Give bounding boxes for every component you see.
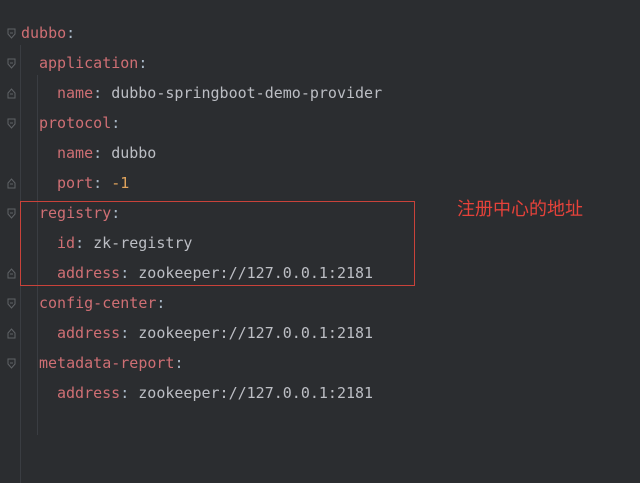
- yaml-line-config-center[interactable]: config-center:: [39, 288, 165, 318]
- yaml-key: port: [57, 174, 94, 192]
- yaml-colon: :: [93, 144, 103, 162]
- yaml-colon: :: [156, 294, 166, 312]
- annotation-label: 注册中心的地址: [457, 199, 583, 220]
- yaml-line-metadata-report-address[interactable]: address: zookeeper://127.0.0.1:2181: [57, 378, 373, 408]
- yaml-key: address: [57, 324, 121, 342]
- yaml-number-value: -1: [111, 174, 130, 192]
- registry-highlight-box: [20, 201, 415, 286]
- yaml-colon: :: [111, 114, 121, 132]
- yaml-colon: :: [66, 24, 76, 42]
- yaml-key: protocol: [39, 114, 112, 132]
- yaml-key: dubbo: [21, 24, 67, 42]
- fold-end-icon[interactable]: [7, 178, 16, 189]
- fold-icon[interactable]: [7, 298, 16, 309]
- yaml-key: metadata-report: [39, 354, 175, 372]
- fold-icon[interactable]: [7, 58, 16, 69]
- yaml-key: name: [57, 84, 94, 102]
- fold-end-icon[interactable]: [7, 88, 16, 99]
- yaml-value: zookeeper://127.0.0.1:2181: [138, 384, 374, 402]
- yaml-colon: :: [174, 354, 184, 372]
- yaml-colon: :: [138, 54, 148, 72]
- yaml-colon: :: [120, 384, 130, 402]
- fold-icon[interactable]: [7, 208, 16, 219]
- yaml-line-config-center-address[interactable]: address: zookeeper://127.0.0.1:2181: [57, 318, 373, 348]
- yaml-line-dubbo[interactable]: dubbo:: [21, 18, 75, 48]
- fold-end-icon[interactable]: [7, 328, 16, 339]
- yaml-colon: :: [93, 84, 103, 102]
- yaml-editor[interactable]: dubbo: application: name: dubbo-springbo…: [0, 0, 640, 483]
- fold-icon[interactable]: [7, 28, 16, 39]
- yaml-line-application[interactable]: application:: [39, 48, 147, 78]
- editor-gutter: [0, 0, 20, 483]
- yaml-value: zookeeper://127.0.0.1:2181: [138, 324, 374, 342]
- yaml-line-protocol-name[interactable]: name: dubbo: [57, 138, 156, 168]
- yaml-key: application: [39, 54, 139, 72]
- yaml-key: config-center: [39, 294, 157, 312]
- yaml-colon: :: [120, 324, 130, 342]
- yaml-value: dubbo: [111, 144, 157, 162]
- fold-icon[interactable]: [7, 358, 16, 369]
- yaml-value: dubbo-springboot-demo-provider: [111, 84, 383, 102]
- yaml-line-metadata-report[interactable]: metadata-report:: [39, 348, 184, 378]
- yaml-line-protocol-port[interactable]: port: -1: [57, 168, 129, 198]
- yaml-key: address: [57, 384, 121, 402]
- yaml-colon: :: [93, 174, 103, 192]
- fold-end-icon[interactable]: [7, 268, 16, 279]
- fold-icon[interactable]: [7, 118, 16, 129]
- yaml-key: name: [57, 144, 94, 162]
- yaml-line-application-name[interactable]: name: dubbo-springboot-demo-provider: [57, 78, 382, 108]
- yaml-line-protocol[interactable]: protocol:: [39, 108, 120, 138]
